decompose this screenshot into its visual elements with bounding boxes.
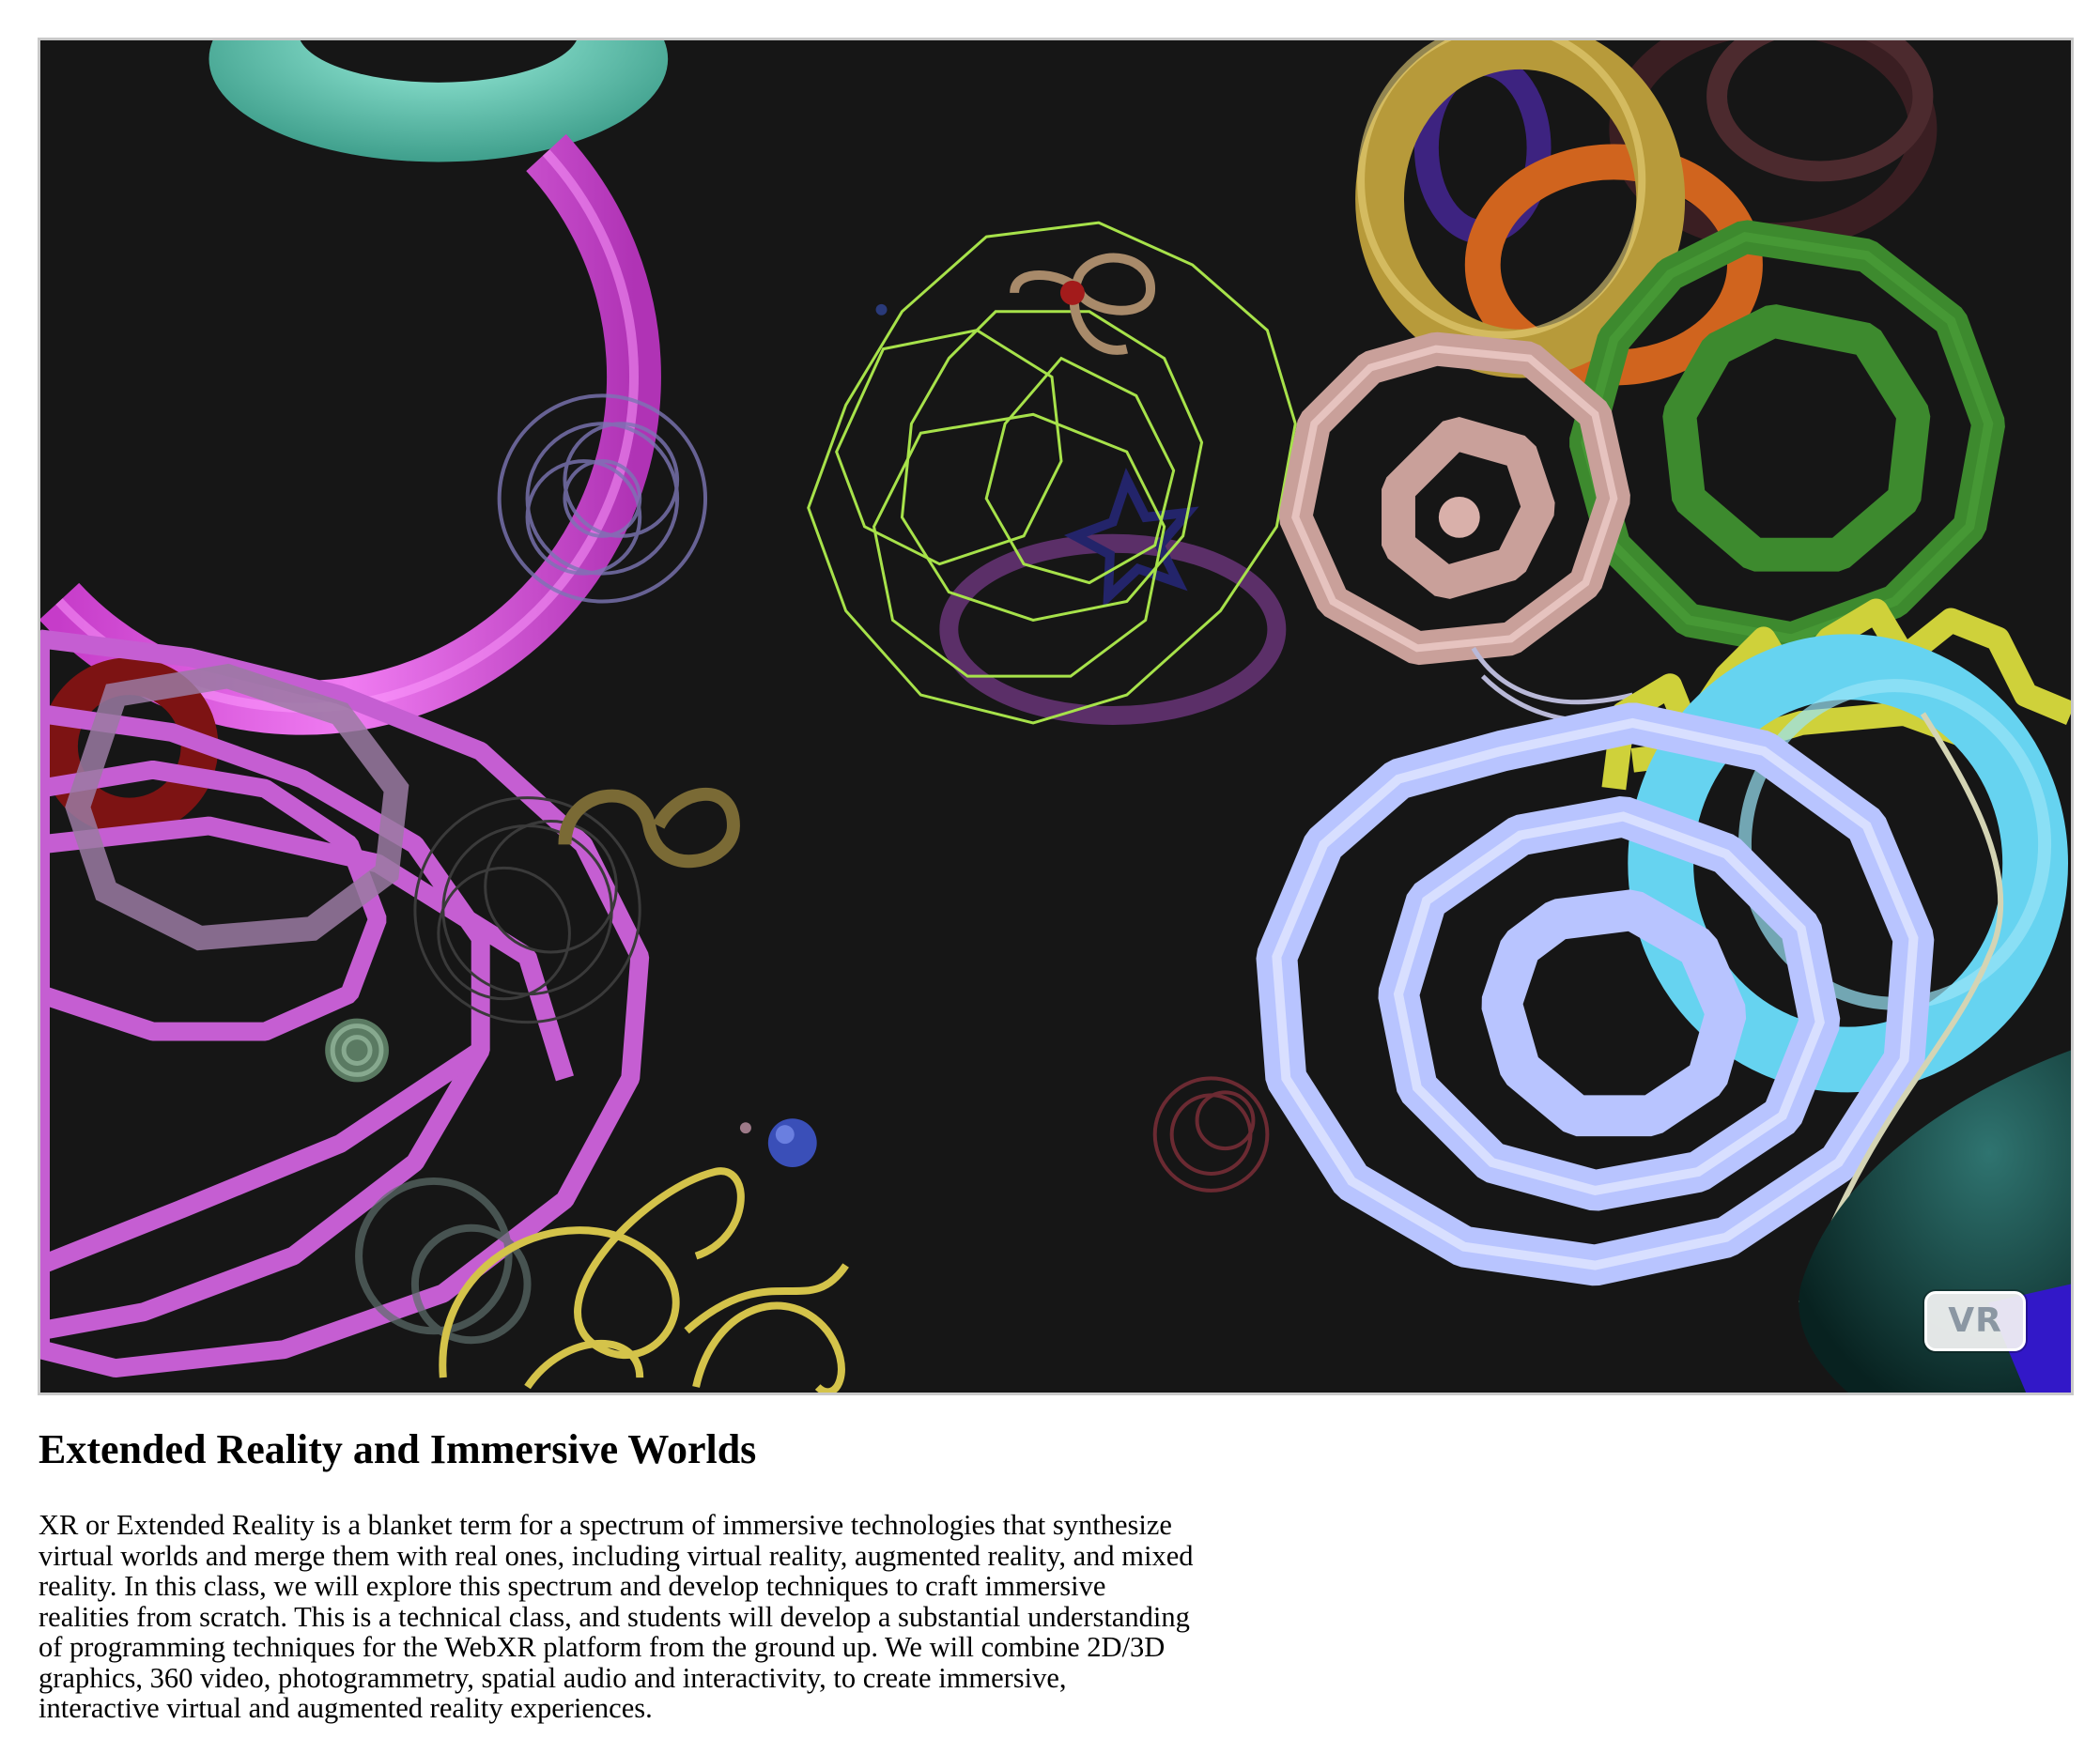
enter-vr-button[interactable]: VR xyxy=(1924,1291,2026,1351)
page-title: Extended Reality and Immersive Worlds xyxy=(39,1426,757,1472)
magenta-ring xyxy=(40,133,661,735)
scene-render xyxy=(40,40,2071,1393)
lime-wireframe-knot xyxy=(807,221,1297,725)
red-sphere xyxy=(1059,280,1085,305)
blue-sphere xyxy=(767,1118,817,1167)
maroon-wire-knot xyxy=(1152,1076,1270,1193)
violet-torus-knot xyxy=(40,629,650,1378)
course-description: XR or Extended Reality is a blanket term… xyxy=(39,1509,1194,1724)
xr-canvas[interactable]: VR xyxy=(38,38,2074,1395)
